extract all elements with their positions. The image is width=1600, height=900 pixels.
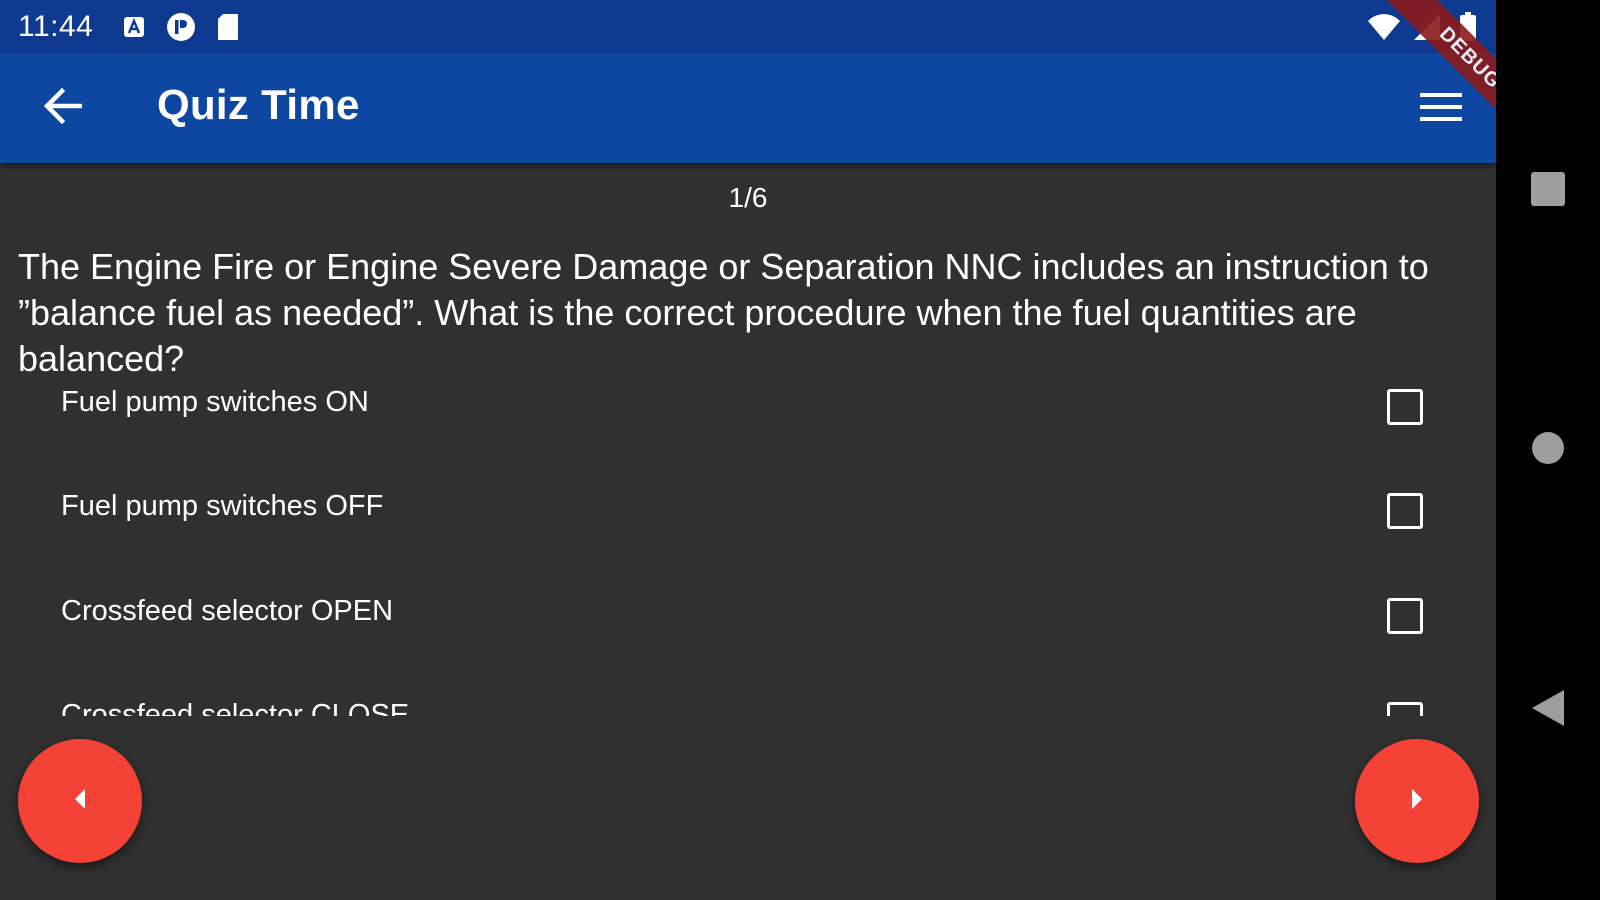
question-text: The Engine Fire or Engine Severe Damage … (18, 246, 1429, 379)
answer-checkbox[interactable] (1387, 493, 1423, 529)
menu-button[interactable] (1410, 81, 1472, 137)
answer-option-label: Crossfeed selector CLOSE (61, 699, 410, 716)
menu-icon (1420, 92, 1462, 127)
notification-a-icon (122, 12, 146, 42)
answer-option[interactable]: Crossfeed selector CLOSE (0, 687, 1496, 716)
app-screen: 11:44 Quiz Time DEBUG 1/6 The Engine Fir… (0, 0, 1496, 900)
back-button[interactable] (30, 80, 94, 136)
answer-options-list[interactable]: Fuel pump switches ON Fuel pump switches… (0, 374, 1496, 716)
app-bar: Quiz Time (0, 53, 1496, 163)
status-bar: 11:44 (0, 0, 1496, 53)
sd-card-icon (215, 12, 241, 42)
home-button[interactable] (1523, 425, 1573, 475)
answer-option-label: Fuel pump switches ON (61, 386, 369, 418)
answer-checkbox[interactable] (1387, 598, 1423, 634)
status-time: 11:44 (18, 10, 94, 43)
system-navigation-bar (1496, 0, 1600, 900)
answer-option[interactable]: Fuel pump switches OFF (0, 478, 1496, 582)
arrow-right-icon (1409, 788, 1425, 815)
answer-checkbox[interactable] (1387, 702, 1423, 716)
answer-option[interactable]: Fuel pump switches ON (0, 374, 1496, 478)
next-question-button[interactable] (1355, 739, 1479, 863)
answer-option-label: Crossfeed selector OPEN (61, 595, 394, 627)
back-icon (1530, 688, 1566, 733)
question-progress: 1/6 (728, 182, 768, 213)
arrow-back-icon (42, 87, 83, 129)
previous-question-button[interactable] (18, 739, 142, 863)
home-icon (1530, 430, 1566, 471)
wifi-icon (1366, 12, 1402, 42)
recents-icon (1530, 171, 1566, 212)
answer-option[interactable]: Crossfeed selector OPEN (0, 583, 1496, 687)
page-title: Quiz Time (157, 81, 360, 128)
system-back-button[interactable] (1523, 685, 1573, 735)
answer-option-label: Fuel pump switches OFF (61, 490, 384, 522)
notification-p-icon (165, 12, 197, 42)
answer-checkbox[interactable] (1387, 389, 1423, 425)
recents-button[interactable] (1523, 166, 1573, 216)
arrow-left-icon (72, 788, 88, 815)
